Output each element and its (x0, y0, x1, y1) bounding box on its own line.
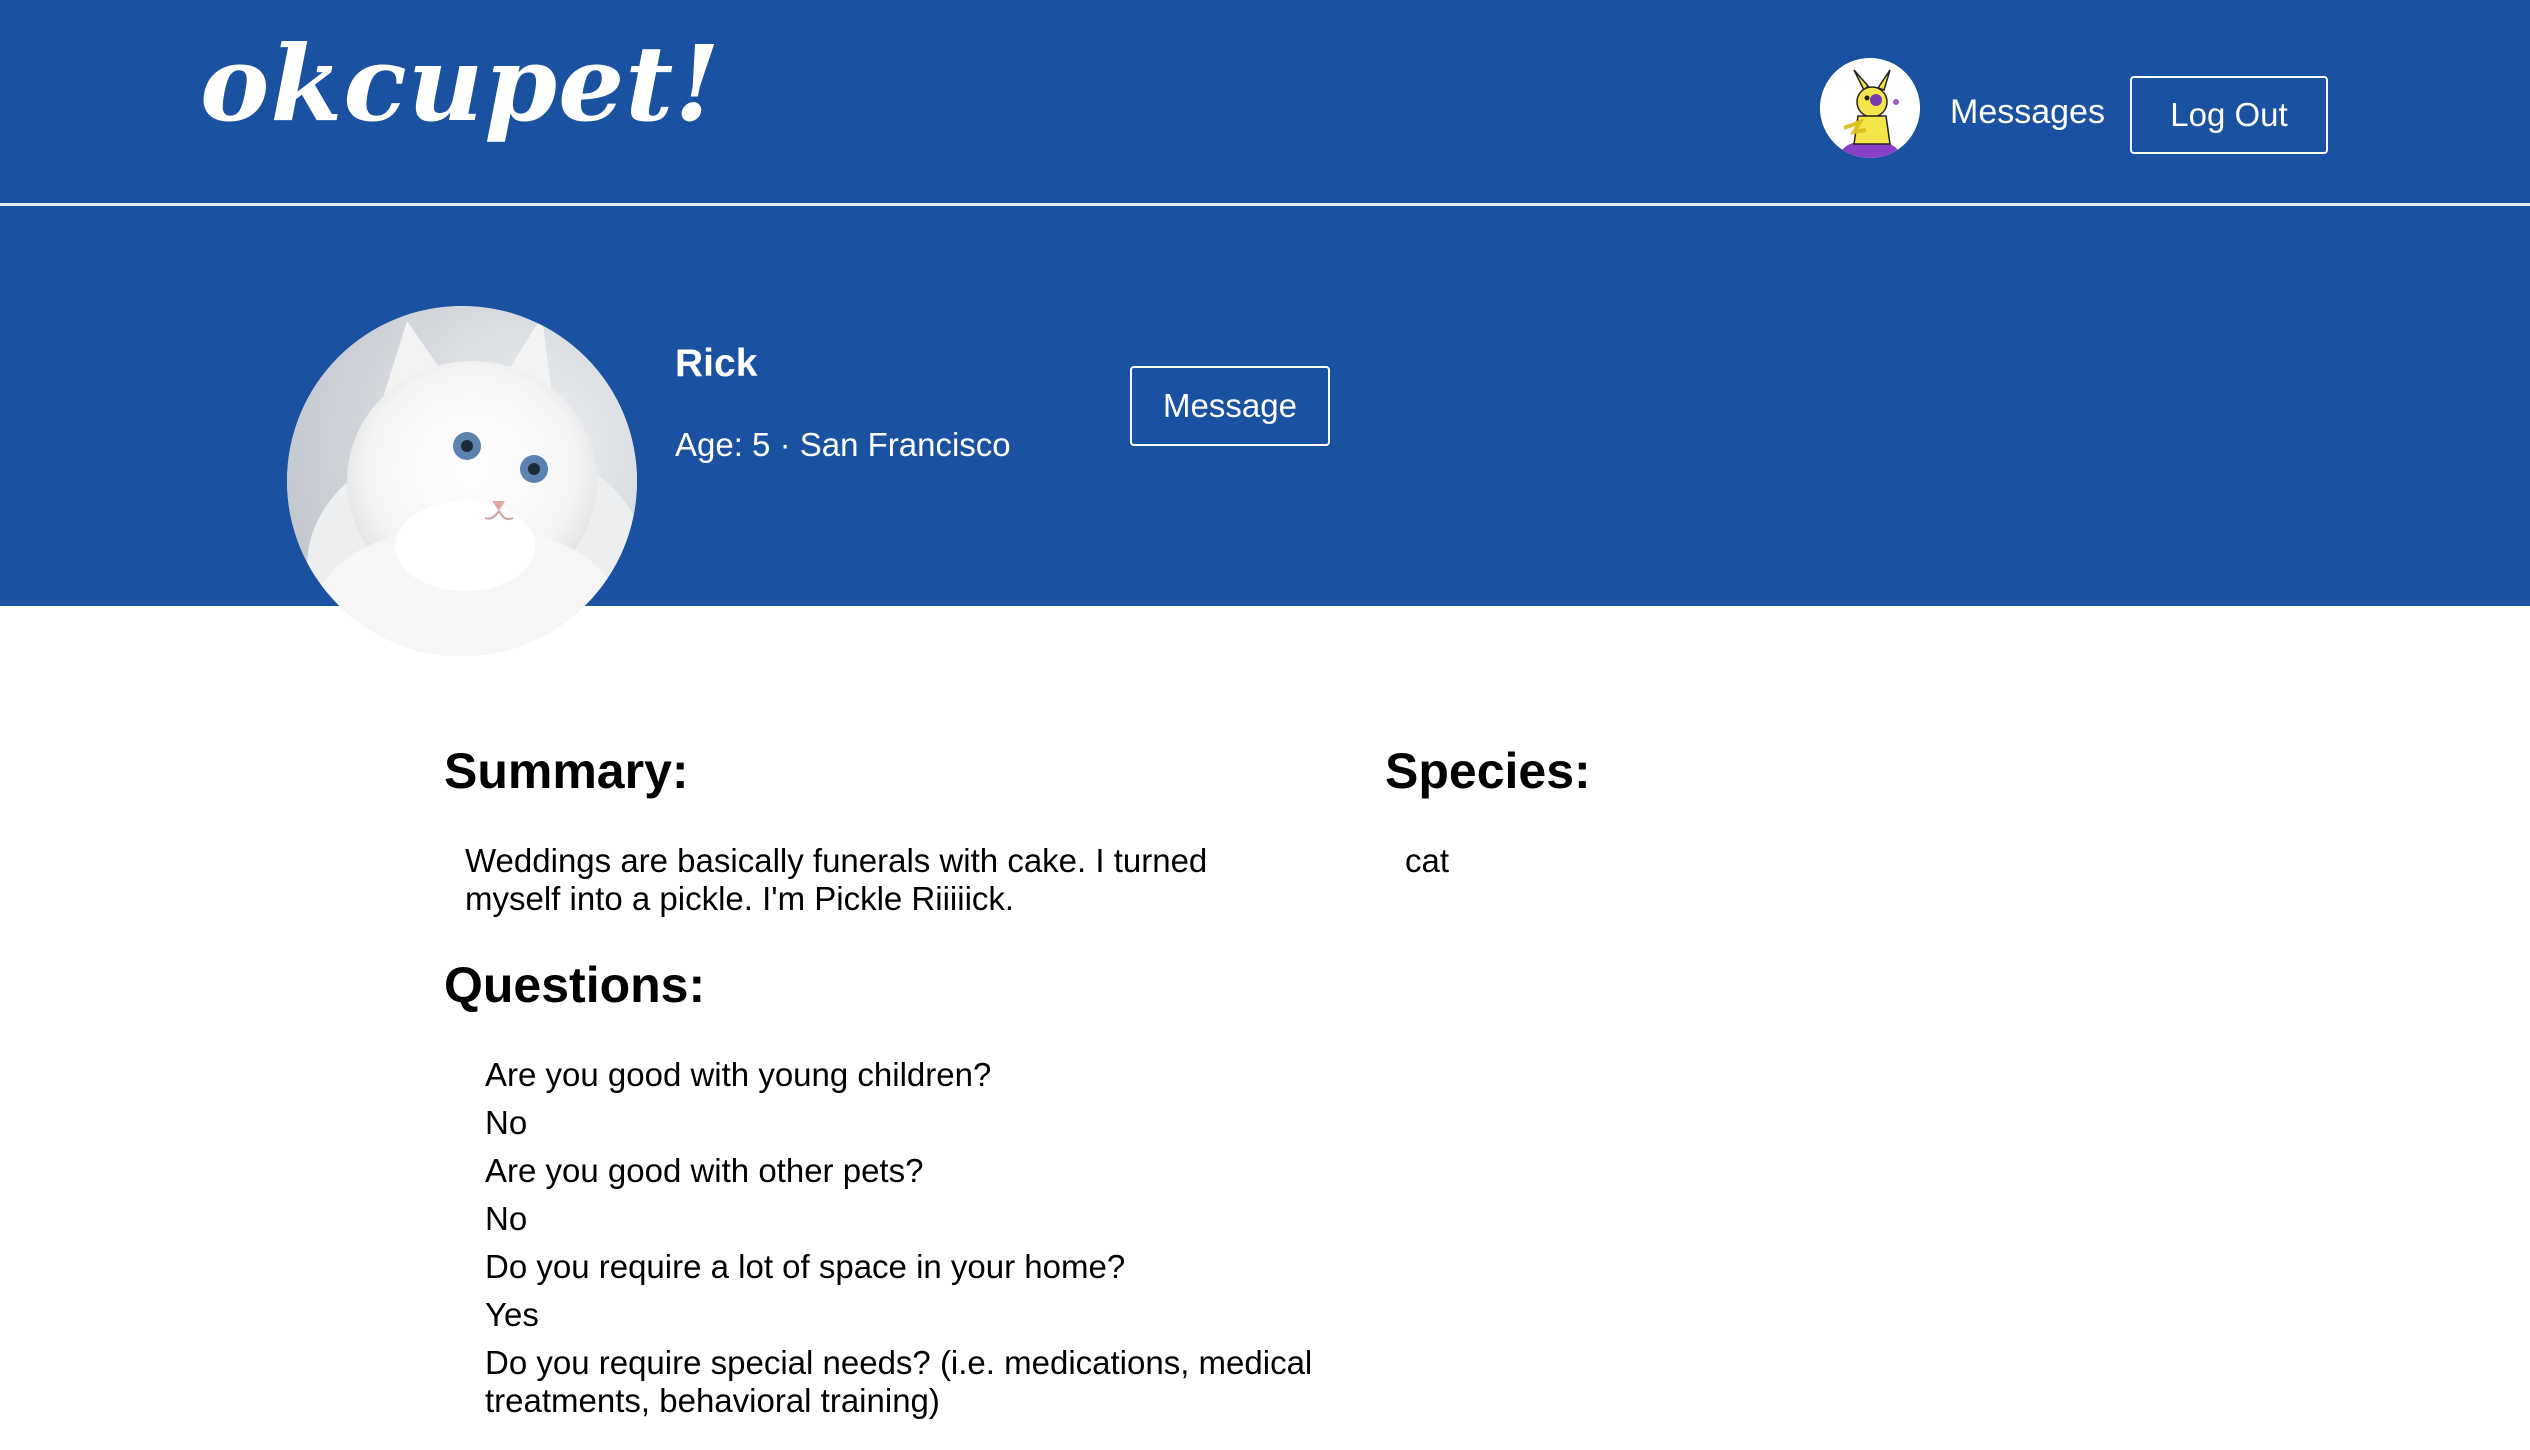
question-item: Are you good with other pets? No (485, 1152, 1325, 1238)
question-text: Are you good with young children? (485, 1056, 992, 1093)
question-item: Are you good with young children? No (485, 1056, 1325, 1142)
summary-text: Weddings are basically funerals with cak… (465, 842, 1208, 917)
species-value: cat (1405, 842, 1450, 879)
summary-heading: Summary: (444, 743, 689, 799)
top-navbar: okcupet! Messages Log Out (0, 0, 2530, 203)
site-logo[interactable]: okcupet! (200, 22, 721, 147)
profile-photo (287, 306, 637, 656)
profile-age-location: Age: 5 · San Francisco (675, 426, 1011, 463)
question-text: Do you require special needs? (i.e. medi… (485, 1344, 1313, 1419)
question-list: Are you good with young children? No Are… (485, 1056, 1325, 1430)
species-heading: Species: (1385, 743, 1591, 799)
logout-button[interactable]: Log Out (2130, 76, 2328, 154)
profile-name: Rick (675, 342, 758, 385)
cat-photo-icon (287, 306, 637, 656)
user-avatar[interactable] (1820, 58, 1920, 158)
question-text: Are you good with other pets? (485, 1152, 924, 1189)
question-item: Do you require a lot of space in your ho… (485, 1248, 1325, 1334)
messages-link[interactable]: Messages (1950, 93, 2105, 132)
question-answer: Yes (485, 1296, 539, 1333)
question-answer: No (485, 1200, 528, 1237)
questions-heading: Questions: (444, 957, 706, 1013)
message-button[interactable]: Message (1130, 366, 1330, 446)
question-answer: No (485, 1104, 528, 1141)
question-item: Do you require special needs? (i.e. medi… (485, 1344, 1325, 1420)
cartoon-avatar-icon (1820, 58, 1920, 158)
question-text: Do you require a lot of space in your ho… (485, 1248, 1126, 1285)
